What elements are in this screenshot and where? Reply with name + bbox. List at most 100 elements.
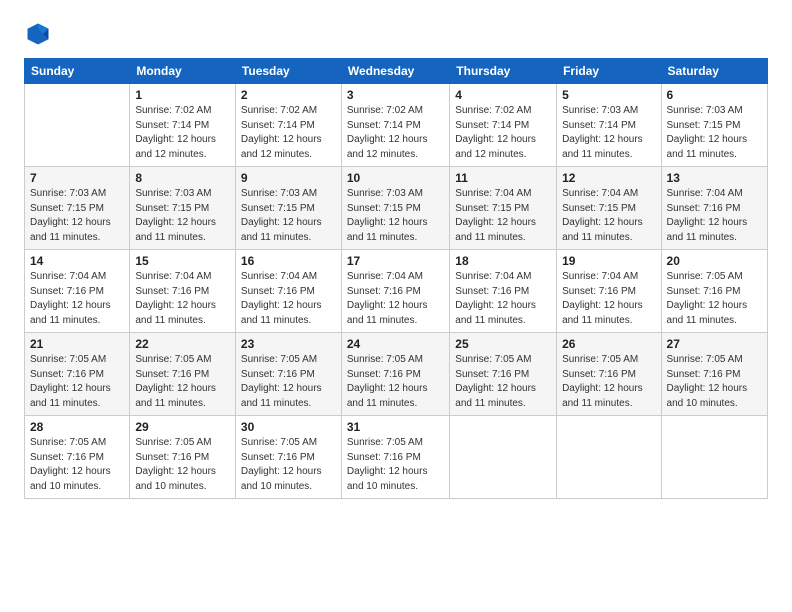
day-info: Sunrise: 7:05 AM Sunset: 7:16 PM Dayligh… <box>667 270 762 328</box>
calendar-week-row: 28Sunrise: 7:05 AM Sunset: 7:16 PM Dayli… <box>25 416 768 499</box>
day-info: Sunrise: 7:04 AM Sunset: 7:16 PM Dayligh… <box>562 270 655 328</box>
calendar-table: SundayMondayTuesdayWednesdayThursdayFrid… <box>24 58 768 499</box>
day-info: Sunrise: 7:05 AM Sunset: 7:16 PM Dayligh… <box>30 353 124 411</box>
day-number: 14 <box>30 254 124 268</box>
calendar-cell: 6 Sunrise: 7:03 AM Sunset: 7:15 PM Daylig… <box>661 84 767 167</box>
day-number: 16 <box>241 254 336 268</box>
calendar-cell <box>25 84 130 167</box>
day-info: Sunrise: 7:03 AM Sunset: 7:15 PM Dayligh… <box>241 187 336 245</box>
calendar-cell: 5 Sunrise: 7:03 AM Sunset: 7:14 PM Daylig… <box>557 84 661 167</box>
logo-icon <box>24 20 52 48</box>
day-info: Sunrise: 7:04 AM Sunset: 7:16 PM Dayligh… <box>135 270 230 328</box>
day-number: 7 <box>30 171 124 185</box>
day-info: Sunrise: 7:05 AM Sunset: 7:16 PM Dayligh… <box>241 436 336 494</box>
calendar-cell <box>557 416 661 499</box>
day-info: Sunrise: 7:05 AM Sunset: 7:16 PM Dayligh… <box>135 353 230 411</box>
calendar-cell: 20Sunrise: 7:05 AM Sunset: 7:16 PM Dayli… <box>661 250 767 333</box>
day-info: Sunrise: 7:05 AM Sunset: 7:16 PM Dayligh… <box>30 436 124 494</box>
day-info: Sunrise: 7:03 AM Sunset: 7:15 PM Dayligh… <box>667 104 762 162</box>
calendar-header-cell-wednesday: Wednesday <box>341 59 449 84</box>
day-number: 17 <box>347 254 444 268</box>
day-number: 15 <box>135 254 230 268</box>
day-number: 10 <box>347 171 444 185</box>
calendar-cell: 13 Sunrise: 7:04 AM Sunset: 7:16 PM Dayli… <box>661 167 767 250</box>
logo <box>24 20 56 48</box>
day-number: 4 <box>455 88 551 102</box>
calendar-cell: 19 Sunrise: 7:04 AM Sunset: 7:16 PM Dayli… <box>557 250 661 333</box>
day-info: Sunrise: 7:02 AM Sunset: 7:14 PM Dayligh… <box>455 104 551 162</box>
calendar-cell: 1Sunrise: 7:02 AM Sunset: 7:14 PM Daylig… <box>130 84 236 167</box>
day-number: 8 <box>135 171 230 185</box>
day-number: 23 <box>241 337 336 351</box>
calendar-cell: 26Sunrise: 7:05 AM Sunset: 7:16 PM Dayli… <box>557 333 661 416</box>
calendar-cell: 8Sunrise: 7:03 AM Sunset: 7:15 PM Daylig… <box>130 167 236 250</box>
calendar-cell: 27 Sunrise: 7:05 AM Sunset: 7:16 PM Dayli… <box>661 333 767 416</box>
day-number: 24 <box>347 337 444 351</box>
day-info: Sunrise: 7:04 AM Sunset: 7:16 PM Dayligh… <box>30 270 124 328</box>
calendar-cell: 9 Sunrise: 7:03 AM Sunset: 7:15 PM Daylig… <box>235 167 341 250</box>
day-info: Sunrise: 7:05 AM Sunset: 7:16 PM Dayligh… <box>667 353 762 411</box>
calendar-header-cell-saturday: Saturday <box>661 59 767 84</box>
calendar-cell: 2 Sunrise: 7:02 AM Sunset: 7:14 PM Daylig… <box>235 84 341 167</box>
header <box>24 20 768 48</box>
day-number: 3 <box>347 88 444 102</box>
day-number: 13 <box>667 171 762 185</box>
day-info: Sunrise: 7:05 AM Sunset: 7:16 PM Dayligh… <box>135 436 230 494</box>
calendar-cell: 12 Sunrise: 7:04 AM Sunset: 7:15 PM Dayli… <box>557 167 661 250</box>
calendar-cell: 15 Sunrise: 7:04 AM Sunset: 7:16 PM Dayli… <box>130 250 236 333</box>
calendar-cell: 25Sunrise: 7:05 AM Sunset: 7:16 PM Dayli… <box>450 333 557 416</box>
day-info: Sunrise: 7:02 AM Sunset: 7:14 PM Dayligh… <box>241 104 336 162</box>
calendar-week-row: 1 Sunrise: 7:02 AM Sunset: 7:14 PM Daylig… <box>25 84 768 167</box>
day-info: Sunrise: 7:03 AM Sunset: 7:15 PM Dayligh… <box>30 187 124 245</box>
calendar-cell: 17 Sunrise: 7:04 AM Sunset: 7:16 PM Dayli… <box>341 250 449 333</box>
day-number: 2 <box>241 88 336 102</box>
calendar-cell: 16 Sunrise: 7:04 AM Sunset: 7:16 PM Dayli… <box>235 250 341 333</box>
page: SundayMondayTuesdayWednesdayThursdayFrid… <box>0 0 792 612</box>
day-number: 5 <box>562 88 655 102</box>
day-number: 29 <box>135 420 230 434</box>
calendar-header: SundayMondayTuesdayWednesdayThursdayFrid… <box>25 59 768 84</box>
day-number: 30 <box>241 420 336 434</box>
day-number: 19 <box>562 254 655 268</box>
day-info: Sunrise: 7:04 AM Sunset: 7:16 PM Dayligh… <box>241 270 336 328</box>
day-info: Sunrise: 7:04 AM Sunset: 7:15 PM Dayligh… <box>455 187 551 245</box>
day-info: Sunrise: 7:03 AM Sunset: 7:14 PM Dayligh… <box>562 104 655 162</box>
calendar-cell <box>661 416 767 499</box>
day-info: Sunrise: 7:05 AM Sunset: 7:16 PM Dayligh… <box>347 436 444 494</box>
day-info: Sunrise: 7:04 AM Sunset: 7:16 PM Dayligh… <box>347 270 444 328</box>
calendar-cell <box>450 416 557 499</box>
calendar-week-row: 14 Sunrise: 7:04 AM Sunset: 7:16 PM Dayli… <box>25 250 768 333</box>
calendar-cell: 7 Sunrise: 7:03 AM Sunset: 7:15 PM Daylig… <box>25 167 130 250</box>
day-info: Sunrise: 7:02 AM Sunset: 7:14 PM Dayligh… <box>347 104 444 162</box>
day-number: 9 <box>241 171 336 185</box>
day-number: 26 <box>562 337 655 351</box>
calendar-cell: 3 Sunrise: 7:02 AM Sunset: 7:14 PM Daylig… <box>341 84 449 167</box>
calendar-body: 1 Sunrise: 7:02 AM Sunset: 7:14 PM Daylig… <box>25 84 768 499</box>
calendar-cell: 22Sunrise: 7:05 AM Sunset: 7:16 PM Dayli… <box>130 333 236 416</box>
day-info: Sunrise: 7:04 AM Sunset: 7:16 PM Dayligh… <box>667 187 762 245</box>
calendar-cell: 31Sunrise: 7:05 AM Sunset: 7:16 PM Dayli… <box>341 416 449 499</box>
calendar-header-cell-thursday: Thursday <box>450 59 557 84</box>
calendar-header-cell-tuesday: Tuesday <box>235 59 341 84</box>
calendar-week-row: 7 Sunrise: 7:03 AM Sunset: 7:15 PM Daylig… <box>25 167 768 250</box>
day-number: 27 <box>667 337 762 351</box>
day-number: 21 <box>30 337 124 351</box>
calendar-week-row: 21 Sunrise: 7:05 AM Sunset: 7:16 PM Dayli… <box>25 333 768 416</box>
day-number: 6 <box>667 88 762 102</box>
day-info: Sunrise: 7:03 AM Sunset: 7:15 PM Dayligh… <box>347 187 444 245</box>
calendar-cell: 30 Sunrise: 7:05 AM Sunset: 7:16 PM Dayli… <box>235 416 341 499</box>
calendar-header-cell-sunday: Sunday <box>25 59 130 84</box>
day-info: Sunrise: 7:04 AM Sunset: 7:15 PM Dayligh… <box>562 187 655 245</box>
calendar-header-row: SundayMondayTuesdayWednesdayThursdayFrid… <box>25 59 768 84</box>
day-info: Sunrise: 7:05 AM Sunset: 7:16 PM Dayligh… <box>347 353 444 411</box>
calendar-cell: 29 Sunrise: 7:05 AM Sunset: 7:16 PM Dayli… <box>130 416 236 499</box>
calendar-cell: 24 Sunrise: 7:05 AM Sunset: 7:16 PM Dayli… <box>341 333 449 416</box>
day-number: 1 <box>135 88 230 102</box>
day-number: 12 <box>562 171 655 185</box>
calendar-cell: 4 Sunrise: 7:02 AM Sunset: 7:14 PM Daylig… <box>450 84 557 167</box>
calendar-cell: 18Sunrise: 7:04 AM Sunset: 7:16 PM Dayli… <box>450 250 557 333</box>
day-number: 11 <box>455 171 551 185</box>
calendar-cell: 14 Sunrise: 7:04 AM Sunset: 7:16 PM Dayli… <box>25 250 130 333</box>
day-info: Sunrise: 7:05 AM Sunset: 7:16 PM Dayligh… <box>455 353 551 411</box>
calendar-cell: 21 Sunrise: 7:05 AM Sunset: 7:16 PM Dayli… <box>25 333 130 416</box>
